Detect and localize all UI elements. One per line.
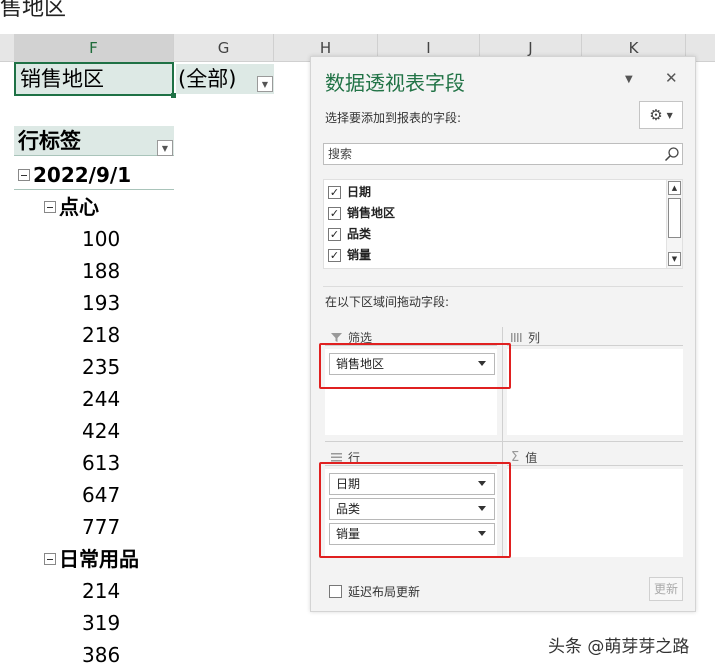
filters-highlight-box	[319, 343, 511, 389]
values-area-title: 值	[525, 451, 538, 465]
search-placeholder: 搜索	[328, 147, 353, 161]
field-item[interactable]: ✓ 日期	[328, 182, 371, 202]
chevron-down-icon: ▼	[161, 143, 169, 153]
drag-fields-hint: 在以下区域间拖动字段:	[325, 295, 450, 309]
scrollbar-thumb[interactable]	[668, 198, 681, 238]
pivot-row-label: 193	[82, 291, 121, 315]
filter-icon	[331, 333, 342, 342]
pivot-row-label: 386	[82, 643, 121, 667]
checkbox-icon	[329, 585, 342, 598]
pane-subtitle: 选择要添加到报表的字段:	[325, 111, 462, 125]
pivot-value-row[interactable]: 386	[82, 639, 120, 670]
checkbox-icon[interactable]: ✓	[328, 248, 341, 262]
field-item-label: 销量	[347, 248, 372, 262]
pivot-value-row[interactable]: 424	[82, 415, 120, 447]
checkbox-icon[interactable]: ✓	[328, 185, 341, 199]
pane-options-chevron-icon[interactable]: ▼	[625, 74, 633, 85]
chevron-down-icon: ▼	[666, 110, 673, 120]
area-rule	[507, 465, 683, 466]
pivot-value-row[interactable]: 235	[82, 351, 120, 383]
columns-drop-area[interactable]	[507, 349, 683, 435]
scroll-down-icon[interactable]: ▼	[668, 252, 681, 266]
values-area-label: Σ 值	[511, 449, 537, 466]
columns-icon	[511, 333, 522, 342]
layout-settings-button[interactable]: ⚙ ▼	[639, 101, 683, 129]
field-item[interactable]: ✓ 品类	[328, 224, 371, 244]
pivot-row-label: 日常用品	[59, 547, 139, 571]
field-item[interactable]: ✓ 销量	[328, 245, 371, 265]
field-item[interactable]: ✓ 销售地区	[328, 203, 395, 223]
field-list-scrollbar[interactable]: ▲ ▼	[666, 180, 682, 268]
pivot-row-label: 647	[82, 483, 121, 507]
checkbox-icon[interactable]: ✓	[328, 206, 341, 220]
row-labels-header[interactable]: 行标签	[14, 126, 174, 156]
pivot-value-row[interactable]: 647	[82, 479, 120, 511]
pivot-row-label: 218	[82, 323, 121, 347]
pivot-row-label: 244	[82, 387, 121, 411]
pivot-value-row[interactable]: 218	[82, 319, 120, 351]
pivot-group-row[interactable]: 点心	[44, 191, 99, 223]
sheet-title-fragment: 售地区	[0, 0, 67, 21]
pivot-row-label: 100	[82, 227, 121, 251]
report-filter-value: (全部)	[178, 67, 237, 91]
pane-title: 数据透视表字段	[325, 71, 465, 95]
pivot-row-label: 319	[82, 611, 121, 635]
sigma-icon: Σ	[511, 450, 520, 465]
pivot-row-label: 424	[82, 419, 121, 443]
defer-layout-update-label: 延迟布局更新	[348, 585, 421, 599]
field-item-label: 品类	[347, 227, 372, 241]
pivot-value-row[interactable]: 613	[82, 447, 120, 479]
pivot-row-label: 777	[82, 515, 121, 539]
field-item-label: 日期	[347, 185, 372, 199]
collapse-minus-icon[interactable]	[44, 552, 56, 565]
pivot-row-label: 613	[82, 451, 121, 475]
row-labels-header-text: 行标签	[18, 129, 81, 153]
row-labels-filter-button[interactable]: ▼	[157, 140, 173, 156]
chevron-down-icon: ▼	[261, 79, 269, 89]
field-search-input[interactable]: 搜索	[323, 143, 683, 165]
pivot-value-row[interactable]: 188	[82, 255, 120, 287]
pivot-value-row[interactable]: 193	[82, 287, 120, 319]
pivot-row-label: 2022/9/1	[33, 163, 132, 187]
update-button[interactable]: 更新	[649, 577, 683, 601]
columns-area-title: 列	[528, 331, 541, 345]
pivot-group-row[interactable]: 日常用品	[44, 543, 139, 575]
field-list: ✓ 日期 ✓ 销售地区 ✓ 品类 ✓ 销量 ▲ ▼	[323, 179, 683, 269]
pivot-group-row[interactable]: 2022/9/1	[18, 159, 131, 191]
area-rule	[507, 345, 683, 346]
row-divider	[14, 189, 174, 190]
area-rule	[325, 441, 683, 442]
pivot-value-row[interactable]: 319	[82, 607, 120, 639]
pivot-row-label: 188	[82, 259, 121, 283]
defer-layout-update-checkbox[interactable]: 延迟布局更新	[329, 583, 420, 600]
checkbox-icon[interactable]: ✓	[328, 227, 341, 241]
collapse-minus-icon[interactable]	[18, 168, 30, 181]
pivot-value-row[interactable]: 214	[82, 575, 120, 607]
collapse-minus-icon[interactable]	[44, 200, 56, 213]
pivot-row-label: 235	[82, 355, 121, 379]
pivot-field-pane: 数据透视表字段 ▼ ✕ 选择要添加到报表的字段: ⚙ ▼ 搜索 ✓ 日期 ✓ 销售地区…	[310, 56, 696, 612]
pivot-value-row[interactable]: 100	[82, 223, 120, 255]
scroll-up-icon[interactable]: ▲	[668, 181, 681, 195]
field-item-label: 销售地区	[347, 206, 396, 220]
section-divider	[323, 286, 683, 287]
rows-highlight-box	[319, 462, 511, 558]
search-icon	[664, 147, 679, 162]
watermark: 头条 @萌芽芽之路	[548, 637, 690, 657]
pivot-row-label: 点心	[59, 195, 99, 219]
values-drop-area[interactable]	[507, 469, 683, 557]
gear-icon: ⚙	[649, 106, 663, 124]
column-header-f[interactable]: F	[14, 34, 174, 62]
pivot-row-label: 214	[82, 579, 121, 603]
close-icon[interactable]: ✕	[665, 69, 678, 87]
columns-area-label: 列	[511, 329, 540, 346]
report-filter-label-cell[interactable]: 销售地区	[14, 62, 176, 98]
pivot-value-row[interactable]: 777	[82, 511, 120, 543]
column-header-g[interactable]: G	[174, 34, 274, 62]
pivot-value-row[interactable]: 244	[82, 383, 120, 415]
report-filter-dropdown-button[interactable]: ▼	[257, 76, 273, 92]
